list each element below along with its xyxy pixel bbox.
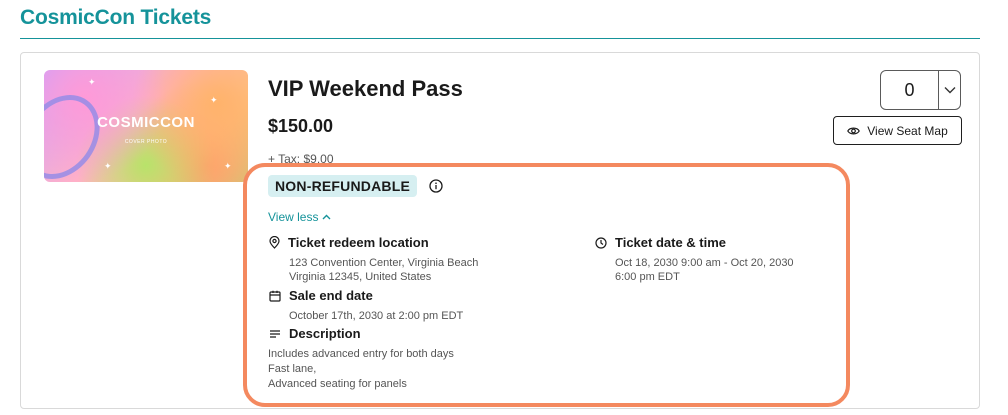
quantity-value: 0 xyxy=(904,79,915,100)
redeem-location-heading: Ticket redeem location xyxy=(288,235,429,250)
description-line: Advanced seating for panels xyxy=(268,378,407,390)
clock-icon xyxy=(595,236,607,249)
description-heading-row: Description xyxy=(269,326,361,341)
page-title: CosmicCon Tickets xyxy=(20,6,212,29)
ticket-datetime-line1: Oct 18, 2030 9:00 am - Oct 20, 2030 xyxy=(615,257,794,269)
description-line: Fast lane, xyxy=(268,363,317,375)
redeem-location-heading-row: Ticket redeem location xyxy=(269,235,429,250)
sale-end-date: October 17th, 2030 at 2:00 pm EDT xyxy=(289,310,464,322)
ticket-datetime-heading-row: Ticket date & time xyxy=(595,235,726,250)
redeem-location-address-line1: 123 Convention Center, Virginia Beach xyxy=(289,257,479,269)
description-line: Includes advanced entry for both days xyxy=(268,348,454,360)
eye-icon xyxy=(847,127,861,134)
calendar-icon xyxy=(269,290,281,302)
ticket-datetime-heading: Ticket date & time xyxy=(615,235,727,250)
sale-end-heading-row: Sale end date xyxy=(269,288,373,303)
view-less-label: View less xyxy=(268,210,319,224)
description-heading: Description xyxy=(289,326,361,341)
view-less-toggle[interactable]: View less xyxy=(268,210,331,224)
quantity-select[interactable]: 0 xyxy=(880,70,961,110)
location-pin-icon xyxy=(269,236,280,249)
details-highlight-frame xyxy=(243,163,850,407)
ticket-cover-image: ✦ ✦ ✦ ✦ COSMICCON COVER PHOTO xyxy=(44,70,248,182)
chevron-up-icon xyxy=(322,214,331,220)
cover-subtitle: COVER PHOTO xyxy=(124,139,168,145)
ticket-name: VIP Weekend Pass xyxy=(268,76,463,101)
view-seat-map-button[interactable]: View Seat Map xyxy=(833,116,962,145)
text-lines-icon xyxy=(270,329,280,338)
chevron-down-icon xyxy=(944,87,955,94)
sparkle-icon: ✦ xyxy=(88,77,96,87)
sparkle-icon: ✦ xyxy=(104,161,112,171)
ticket-datetime-line2: 6:00 pm EDT xyxy=(615,271,680,283)
info-icon[interactable] xyxy=(429,179,443,193)
sparkle-icon: ✦ xyxy=(210,95,218,105)
sale-end-heading: Sale end date xyxy=(289,288,373,303)
view-seat-map-label: View Seat Map xyxy=(867,123,948,138)
title-divider xyxy=(20,38,980,39)
sparkle-icon: ✦ xyxy=(224,161,232,171)
ticket-price: $150.00 xyxy=(268,116,334,136)
refund-status-badge: NON-REFUNDABLE xyxy=(268,175,418,197)
redeem-location-address-line2: Virginia 12345, United States xyxy=(289,271,432,283)
quantity-dropdown-toggle[interactable] xyxy=(938,71,960,109)
cover-title: COSMICCON xyxy=(97,114,195,131)
